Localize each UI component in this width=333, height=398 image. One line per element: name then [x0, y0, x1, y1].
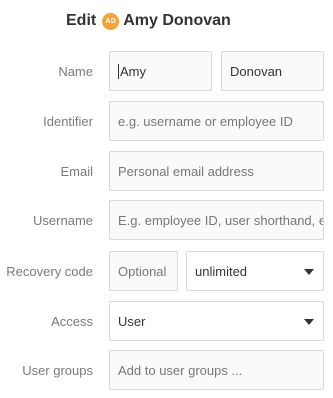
last-name-value: Donovan	[230, 63, 283, 79]
username-row: Username E.g. employee ID, user shorthan…	[0, 200, 333, 240]
email-placeholder: Personal email address	[118, 163, 254, 179]
last-name-input[interactable]: Donovan	[221, 51, 324, 91]
access-select-value: User	[118, 313, 146, 329]
recovery-select-value: unlimited	[195, 263, 248, 279]
name-label: Name	[58, 63, 93, 79]
identifier-row: Identifier e.g. username or employee ID	[0, 101, 333, 141]
edit-label: Edit	[66, 12, 97, 29]
recovery-label: Recovery code	[6, 263, 93, 279]
recovery-placeholder: Optional	[118, 263, 167, 279]
email-label: Email	[60, 163, 93, 179]
access-label: Access	[51, 313, 93, 329]
avatar: AD	[102, 12, 120, 30]
recovery-code-input[interactable]: Optional	[109, 251, 178, 291]
text-cursor	[118, 63, 119, 79]
groups-row: User groups Add to user groups ...	[0, 350, 333, 390]
groups-label: User groups	[22, 362, 93, 378]
email-row: Email Personal email address	[0, 151, 333, 191]
username-input[interactable]: E.g. employee ID, user shorthand, e	[109, 200, 324, 240]
first-name-value: Amy	[120, 63, 146, 79]
identifier-placeholder: e.g. username or employee ID	[118, 113, 293, 129]
name-row: Name Amy Donovan	[0, 51, 333, 91]
caret-down-icon	[304, 269, 314, 275]
user-groups-input[interactable]: Add to user groups ...	[109, 350, 324, 390]
username-placeholder: E.g. employee ID, user shorthand, e	[118, 212, 324, 228]
user-name: Amy Donovan	[123, 12, 231, 29]
email-input[interactable]: Personal email address	[109, 151, 324, 191]
first-name-input[interactable]: Amy	[109, 51, 212, 91]
caret-down-icon	[304, 319, 314, 325]
identifier-label: Identifier	[43, 113, 93, 129]
access-select[interactable]: User	[109, 301, 324, 341]
groups-placeholder: Add to user groups ...	[118, 362, 243, 378]
recovery-row: Recovery code Optional unlimited	[0, 251, 333, 291]
recovery-limit-select[interactable]: unlimited	[186, 251, 324, 291]
page-header: Edit AD Amy Donovan	[66, 10, 231, 32]
username-label: Username	[33, 212, 93, 228]
identifier-input[interactable]: e.g. username or employee ID	[109, 101, 324, 141]
access-row: Access User	[0, 301, 333, 341]
